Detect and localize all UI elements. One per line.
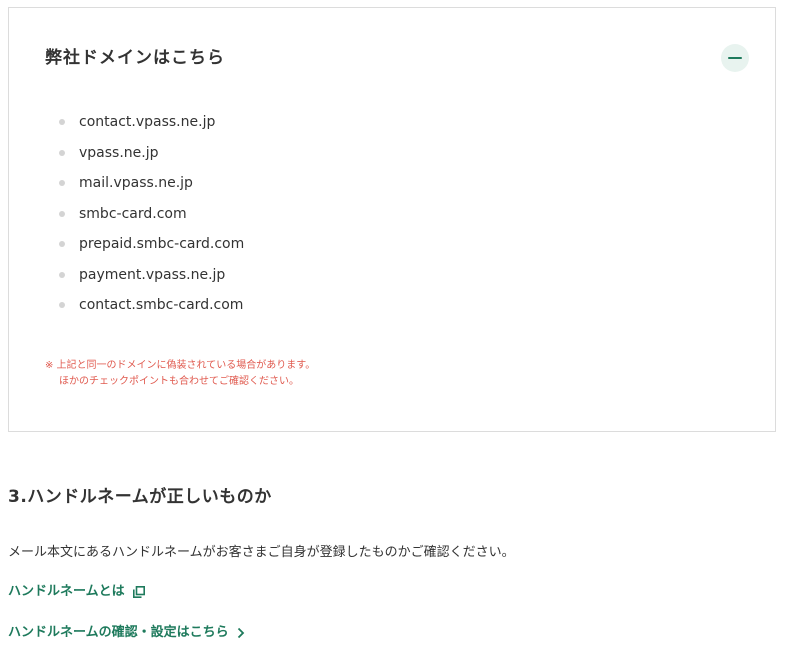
domain-text: mail.vpass.ne.jp <box>79 175 193 191</box>
warning-note: ※ 上記と同一のドメインに偽装されている場合があります。 ほかのチェックポイント… <box>45 358 315 390</box>
list-item: payment.vpass.ne.jp <box>59 265 244 296</box>
bullet-icon <box>59 180 65 186</box>
list-item: contact.vpass.ne.jp <box>59 112 244 143</box>
page: 弊社ドメインはこちら contact.vpass.ne.jp vpass.ne.… <box>0 0 800 655</box>
accordion-title[interactable]: 弊社ドメインはこちら <box>45 46 225 70</box>
list-item: prepaid.smbc-card.com <box>59 234 244 265</box>
domain-text: contact.smbc-card.com <box>79 297 244 313</box>
bullet-icon <box>59 271 65 278</box>
domain-list: contact.vpass.ne.jp vpass.ne.jp mail.vpa… <box>59 112 244 326</box>
section-heading: 3.ハンドルネームが正しいものか <box>8 487 272 507</box>
list-item: mail.vpass.ne.jp <box>59 173 244 204</box>
chevron-right-icon <box>237 627 245 639</box>
bullet-icon <box>59 210 65 217</box>
domain-text: vpass.ne.jp <box>79 144 159 161</box>
external-window-icon <box>132 586 145 598</box>
domain-text: contact.vpass.ne.jp <box>79 114 216 130</box>
domain-accordion: 弊社ドメインはこちら contact.vpass.ne.jp vpass.ne.… <box>8 7 776 432</box>
domain-text: prepaid.smbc-card.com <box>79 236 245 252</box>
collapse-button[interactable] <box>721 44 749 72</box>
list-item: contact.smbc-card.com <box>59 295 244 326</box>
note-line-2: ほかのチェックポイントも合わせてご確認ください。 <box>59 376 299 387</box>
list-item: smbc-card.com <box>59 204 244 235</box>
bullet-icon <box>59 119 65 125</box>
handle-name-info-link[interactable]: ハンドルネームとは <box>8 582 145 602</box>
section-body-text: メール本文にあるハンドルネームがお客さまご自身が登録したものかご確認ください。 <box>8 545 515 560</box>
link-label: ハンドルネームとは <box>8 584 125 599</box>
bullet-icon <box>59 302 65 308</box>
handle-name-settings-link[interactable]: ハンドルネームの確認・設定はこちら <box>8 623 245 643</box>
list-item: vpass.ne.jp <box>59 143 244 174</box>
minus-icon <box>728 57 742 59</box>
bullet-icon <box>59 241 65 247</box>
note-line-1: ※ 上記と同一のドメインに偽装されている場合があります。 <box>45 360 316 371</box>
domain-text: smbc-card.com <box>79 205 187 222</box>
link-label: ハンドルネームの確認・設定はこちら <box>8 625 229 640</box>
domain-text: payment.vpass.ne.jp <box>79 266 226 283</box>
bullet-icon <box>59 149 65 156</box>
